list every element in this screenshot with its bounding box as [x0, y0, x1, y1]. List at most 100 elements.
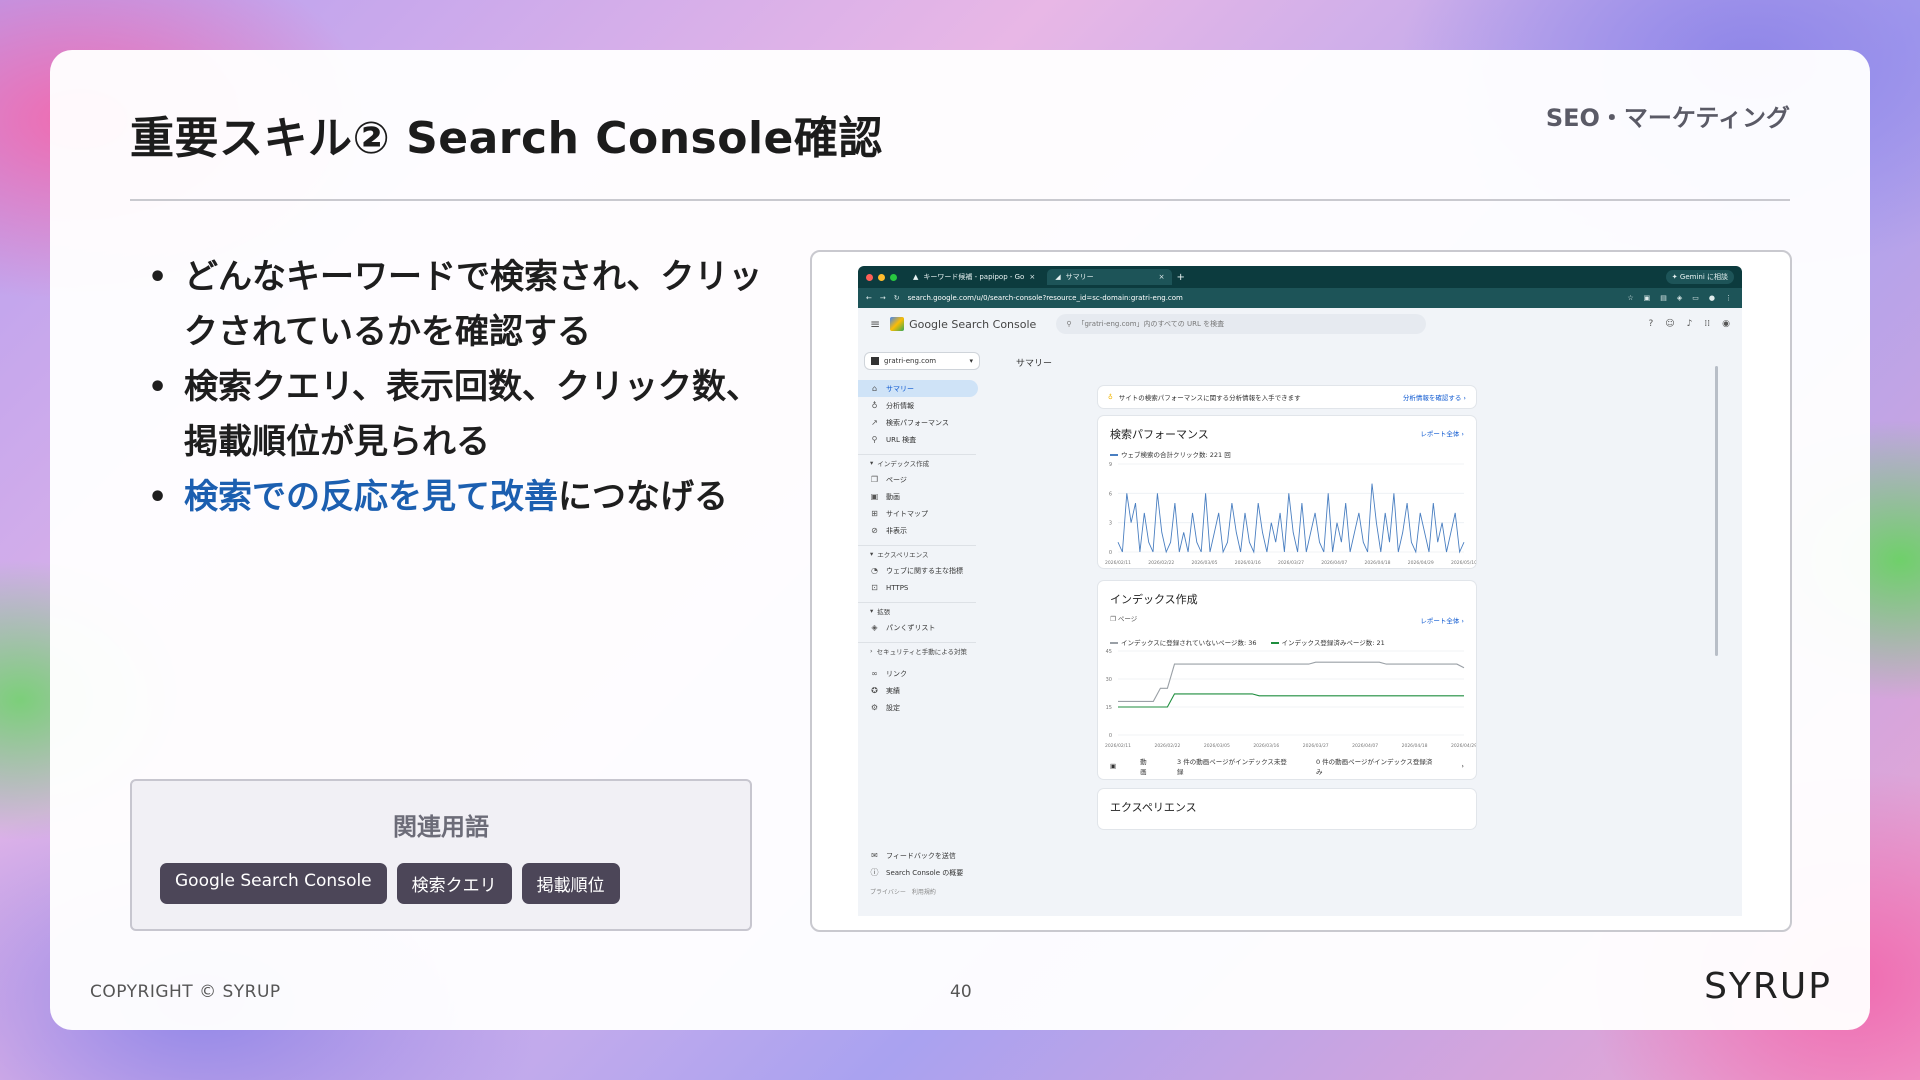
url-field[interactable]: search.google.com/u/0/search-console?res…: [908, 294, 1183, 302]
nav-about[interactable]: ⓘ Search Console の概要: [858, 864, 978, 881]
nav-removals[interactable]: ⊘ 非表示: [858, 522, 978, 539]
bullet-highlight: 検索での反応を見て改善: [184, 477, 558, 517]
syrup-logo: SYRUP: [1704, 966, 1832, 1007]
terms-link[interactable]: 利用規約: [912, 889, 936, 896]
gsc-header: ≡ Google Search Console ⚲ 「gratri-eng.com…: [858, 308, 1742, 340]
extension-icon[interactable]: ▤: [1660, 294, 1667, 302]
sidebar-icon[interactable]: ▭: [1692, 294, 1699, 302]
scrollbar[interactable]: [1715, 366, 1718, 656]
nav-url-inspection[interactable]: ⚲ URL 検査: [858, 431, 978, 448]
x-tick-label: 2026/03/05: [1204, 743, 1230, 749]
x-tick-label: 2026/03/05: [1192, 560, 1218, 566]
url-inspect-search[interactable]: ⚲ 「gratri-eng.com」内のすべての URL を検査: [1056, 314, 1427, 334]
term-tag: Google Search Console: [160, 863, 387, 904]
new-tab-button[interactable]: +: [1176, 272, 1184, 283]
nav-feedback[interactable]: ✉ フィードバックを送信: [858, 847, 978, 864]
legend-swatch: [1270, 642, 1279, 644]
browser-tab[interactable]: ▲ キーワード候補 - papipop - Go ×: [905, 269, 1043, 285]
nav-pages[interactable]: ❐ ページ: [858, 471, 978, 488]
related-terms-title: 関連用語: [393, 813, 489, 841]
nav-videos[interactable]: ▣ 動画: [858, 488, 978, 505]
nav-label: ウェブに関する主な指標: [886, 566, 963, 575]
extension-icon[interactable]: ▣: [1644, 294, 1651, 302]
indexing-report-link[interactable]: レポート全体 ›: [1420, 615, 1464, 625]
reload-icon[interactable]: ↻: [894, 294, 900, 302]
tab-favicon-icon: ◢: [1055, 273, 1061, 281]
nav-links[interactable]: ∞ リンク: [858, 665, 978, 682]
video-not-indexed: 3 件の動画ページがインデックス未登録: [1177, 758, 1287, 776]
nav-label: ページ: [886, 475, 907, 484]
nav-label: HTTPS: [886, 583, 909, 592]
browser-tab-active[interactable]: ◢ サマリー ×: [1047, 269, 1173, 285]
apps-grid-icon[interactable]: ⁞⁞: [1704, 319, 1710, 329]
profile-icon[interactable]: ●: [1709, 294, 1715, 302]
help-icon[interactable]: ?: [1648, 319, 1653, 329]
privacy-link[interactable]: プライバシー: [870, 889, 906, 896]
tip-text: サイトの検索パフォーマンスに関する分析情報を入手できます: [1118, 394, 1301, 402]
nav-https[interactable]: ⊡ HTTPS: [858, 579, 978, 596]
bookmark-star-icon[interactable]: ☆: [1627, 294, 1633, 302]
pages-icon: ❐: [870, 475, 879, 484]
menu-icon[interactable]: ≡: [870, 317, 880, 331]
users-icon[interactable]: ☺: [1665, 319, 1674, 329]
video-index-row[interactable]: ▣ 動画 3 件の動画ページがインデックス未登録 0 件の動画ページがインデック…: [1110, 756, 1464, 776]
x-tick-label: 2026/04/29: [1408, 560, 1434, 566]
y-tick-label: 9: [1109, 462, 1112, 468]
performance-report-link[interactable]: レポート全体 ›: [1420, 428, 1464, 438]
bell-icon[interactable]: ♪: [1687, 319, 1693, 329]
forward-icon[interactable]: →: [880, 294, 886, 302]
term-tag: 検索クエリ: [396, 863, 512, 904]
close-icon[interactable]: ×: [1029, 273, 1035, 281]
x-tick-label: 2026/02/11: [1105, 743, 1131, 749]
nav-settings[interactable]: ⚙ 設定: [858, 699, 978, 716]
browser-window: ▲ キーワード候補 - papipop - Go × ◢ サマリー × + ✦ Gemi…: [858, 266, 1742, 916]
nav-group-experience[interactable]: ▾ エクスペリエンス: [858, 545, 976, 562]
experience-card: エクスペリエンス: [1098, 789, 1476, 829]
search-icon: ⚲: [871, 435, 878, 444]
nav-group-security[interactable]: › セキュリティと手動による対策: [858, 642, 976, 659]
close-dot-icon[interactable]: [866, 273, 873, 281]
property-selector[interactable]: gratri-eng.com ▾: [864, 352, 980, 370]
nav-performance[interactable]: ↗ 検索パフォーマンス: [858, 414, 978, 431]
maximize-dot-icon[interactable]: [890, 273, 897, 281]
pages-icon: ❐: [1110, 615, 1116, 623]
nav-sitemaps[interactable]: ⊞ サイトマップ: [858, 505, 978, 522]
nav-label: 非表示: [886, 526, 907, 535]
y-tick-label: 0: [1109, 733, 1112, 739]
back-icon[interactable]: ←: [866, 294, 872, 302]
close-icon[interactable]: ×: [1159, 273, 1165, 281]
performance-card: 検索パフォーマンス レポート全体 › ウェブ検索の合計クリック数: 221 回 …: [1098, 416, 1476, 568]
slide-title: 重要スキル② Search Console確認: [130, 113, 883, 164]
x-tick-label: 2026/04/07: [1352, 743, 1378, 749]
nav-group-enhancements[interactable]: ▾ 拡張: [858, 602, 976, 619]
gemini-button[interactable]: ✦ Gemini に相談: [1665, 270, 1734, 284]
nav-group-indexing[interactable]: ▾ インデックス作成: [858, 454, 976, 471]
nav-summary[interactable]: ⌂ サマリー: [858, 380, 978, 397]
nav-web-vitals[interactable]: ◔ ウェブに関する主な指標: [858, 562, 978, 579]
nav-group-label: セキュリティと手動による対策: [876, 648, 968, 656]
minimize-dot-icon[interactable]: [878, 273, 885, 281]
gauge-icon: ◔: [871, 566, 878, 575]
y-tick-label: 0: [1109, 550, 1112, 556]
avatar[interactable]: ◉: [1722, 319, 1730, 329]
indexing-sub-label: ページ: [1117, 615, 1138, 623]
gear-icon: ⚙: [870, 703, 879, 712]
tip-link[interactable]: 分析情報を確認する ›: [1403, 392, 1466, 402]
indexing-legend: インデックスに登録されていないページ数: 36 インデックス登録済みページ数: …: [1110, 637, 1385, 647]
more-icon[interactable]: ⋮: [1725, 294, 1732, 302]
gsc-main: サマリー ♁ サイトの検索パフォーマンスに関する分析情報を入手できます 分析情報…: [998, 346, 1728, 916]
x-tick-label: 2026/02/22: [1154, 743, 1180, 749]
nav-breadcrumbs[interactable]: ◈ パンくずリスト: [858, 619, 978, 636]
video-label: 動画: [1140, 758, 1147, 776]
puzzle-icon[interactable]: ◈: [1677, 294, 1682, 302]
y-tick-label: 3: [1109, 521, 1112, 527]
nav-label: URL 検査: [886, 435, 917, 444]
bullet-text: どんなキーワードで検索され、クリックされているかを確認する: [184, 257, 763, 352]
tip-link-label: 分析情報を確認する: [1402, 394, 1462, 402]
nav-label: 動画: [886, 492, 900, 501]
nav-insights[interactable]: ♁ 分析情報: [858, 397, 978, 414]
x-tick-label: 2026/03/16: [1235, 560, 1261, 566]
feedback-icon: ✉: [871, 851, 878, 860]
performance-title: 検索パフォーマンス: [1110, 428, 1209, 441]
nav-achievements[interactable]: ✪ 実績: [858, 682, 978, 699]
